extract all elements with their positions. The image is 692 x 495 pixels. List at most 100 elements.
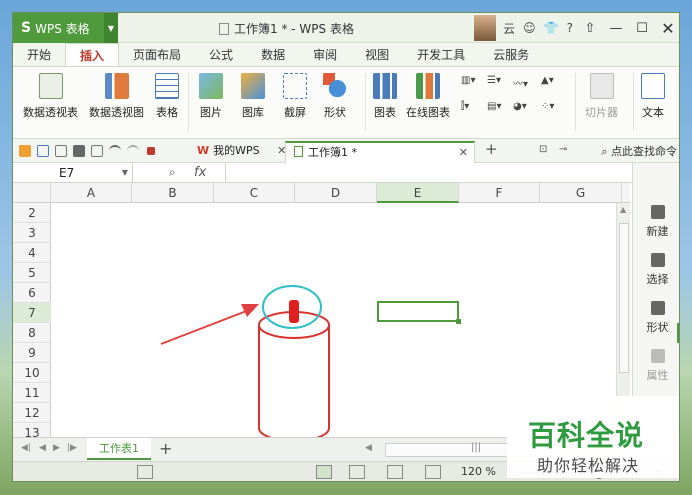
macro-record-icon[interactable]	[137, 465, 153, 479]
new-tab-icon[interactable]: +	[485, 140, 498, 158]
tab-review[interactable]: 审阅	[299, 43, 351, 66]
pie-chart-icon[interactable]: ◕▾	[513, 101, 527, 112]
undo-icon[interactable]	[109, 145, 121, 157]
tab-data[interactable]: 数据	[247, 43, 299, 66]
formula-input[interactable]	[225, 163, 679, 183]
user-name[interactable]: 云	[499, 20, 519, 37]
column-chart-icon[interactable]: ▥▾	[461, 75, 475, 86]
ribbon-separator	[633, 73, 634, 131]
scroll-grip-icon: |||	[471, 442, 482, 453]
wick-shape[interactable]	[289, 300, 299, 323]
last-sheet-icon[interactable]: |▶	[67, 443, 77, 453]
save-icon[interactable]	[37, 145, 49, 157]
watermark-title: 百科全说	[528, 419, 645, 452]
tab-my-wps[interactable]: W 我的WPS ✕	[189, 141, 294, 163]
close-button[interactable]: ✕	[655, 13, 679, 43]
watermark-logo: 百科全说 助你轻松解决	[507, 396, 679, 478]
combo-chart-icon[interactable]: ▤▾	[487, 101, 501, 112]
tab-developer[interactable]: 开发工具	[403, 43, 479, 66]
properties-icon	[650, 349, 665, 363]
page-break-view-icon[interactable]	[349, 465, 365, 479]
online-chart-button[interactable]: 在线图表	[406, 73, 450, 120]
restore-ribbon-icon[interactable]: ⇧	[577, 13, 603, 43]
table-button[interactable]: 表格	[155, 73, 179, 120]
chart-button[interactable]: 图表	[373, 73, 397, 120]
cylinder-body	[258, 325, 330, 437]
picture-button[interactable]: 图片	[199, 73, 223, 120]
scatter-chart-icon[interactable]: ⁘▾	[541, 101, 554, 112]
tab-home[interactable]: 开始	[13, 43, 65, 66]
app-menu-button[interactable]: S WPS 表格 ▼	[13, 13, 118, 43]
line-chart-icon[interactable]: 〰▾	[513, 75, 528, 90]
prev-sheet-icon[interactable]: ◀	[39, 443, 46, 453]
gallery-button[interactable]: 图库	[241, 73, 265, 120]
doc-list-icon[interactable]: ⊡	[539, 144, 547, 155]
insert-function-icon[interactable]: fx	[194, 165, 206, 180]
tab-page-layout[interactable]: 页面布局	[119, 43, 195, 66]
print-preview-icon[interactable]	[91, 145, 103, 157]
text-button[interactable]: 文本	[641, 73, 665, 120]
ribbon-separator	[575, 73, 576, 131]
stock-chart-icon[interactable]: ⫿▾	[461, 101, 469, 112]
area-chart-icon[interactable]: ▲▾	[541, 75, 554, 86]
export-pdf-icon[interactable]	[55, 145, 67, 157]
cylinder-shape[interactable]	[258, 311, 330, 437]
chevron-down-icon[interactable]: ▼	[104, 13, 118, 43]
title-bar: S WPS 表格 ▼ 工作簿1 * - WPS 表格 云 ☺ 👕 ? ⇧ — ☐…	[13, 13, 679, 43]
taskpane-props-button[interactable]: 属性	[633, 349, 679, 383]
shirt-icon[interactable]: 👕	[540, 21, 563, 35]
table-icon	[155, 73, 179, 99]
taskpane-new-button[interactable]: 新建	[633, 205, 679, 239]
pin-icon[interactable]: ⊸	[559, 144, 567, 155]
maximize-button[interactable]: ☐	[629, 13, 655, 43]
clipper-icon	[589, 73, 614, 99]
formula-bar: E7 ▼ ⌕ fx	[13, 163, 679, 183]
redo-icon[interactable]	[127, 145, 139, 157]
ribbon-separator	[188, 73, 189, 131]
zoom-formula-icon[interactable]: ⌕	[169, 165, 176, 180]
app-window: S WPS 表格 ▼ 工作簿1 * - WPS 表格 云 ☺ 👕 ? ⇧ — ☐…	[12, 12, 680, 482]
first-sheet-icon[interactable]: ◀|	[21, 443, 31, 453]
watermark-subtitle: 助你轻松解决	[537, 456, 640, 475]
taskpane-select-button[interactable]: 选择	[633, 253, 679, 287]
scroll-left-icon[interactable]: ◀	[365, 443, 372, 453]
name-box[interactable]: E7 ▼	[13, 163, 133, 183]
tab-formulas[interactable]: 公式	[195, 43, 247, 66]
arrow-head	[241, 304, 259, 317]
clipper-button[interactable]: 切片器	[585, 73, 618, 120]
zoom-level[interactable]: 120 %	[461, 465, 496, 478]
normal-view-icon[interactable]	[316, 465, 332, 479]
collapse-pane-handle[interactable]	[677, 323, 679, 343]
open-folder-icon[interactable]	[19, 145, 31, 157]
bar-chart-icon[interactable]: ☰▾	[487, 75, 501, 86]
shape-button[interactable]: 形状	[323, 73, 347, 120]
page-layout-view-icon[interactable]	[387, 465, 403, 479]
text-box-icon	[641, 73, 665, 99]
screenshot-button[interactable]: 截屏	[283, 73, 307, 120]
tab-cloud[interactable]: 云服务	[479, 43, 543, 66]
minimize-button[interactable]: —	[603, 13, 629, 43]
scroll-thumb[interactable]	[619, 223, 629, 373]
menu-tabs: 开始 插入 页面布局 公式 数据 审阅 视图 开发工具 云服务	[13, 43, 679, 67]
skin-icon[interactable]: ☺	[519, 21, 540, 35]
avatar[interactable]	[474, 15, 497, 41]
next-sheet-icon[interactable]: ▶	[53, 443, 60, 453]
customize-toolbar-icon[interactable]	[147, 147, 155, 155]
taskpane-shape-button[interactable]: 形状	[633, 301, 679, 335]
title-bar-controls: 云 ☺ 👕 ? ⇧ — ☐ ✕	[474, 13, 679, 43]
tab-workbook[interactable]: 工作簿1 * ✕	[285, 141, 475, 163]
reading-mode-icon[interactable]	[425, 465, 441, 479]
tab-insert[interactable]: 插入	[65, 43, 120, 66]
pivot-table-button[interactable]: 数据透视表	[23, 73, 78, 120]
close-icon[interactable]: ✕	[459, 143, 468, 163]
command-search[interactable]: ⌕ 点此查找命令	[601, 143, 677, 159]
sheet-tab[interactable]: 工作表1	[87, 438, 151, 460]
help-icon[interactable]: ?	[563, 21, 577, 35]
tab-view[interactable]: 视图	[351, 43, 403, 66]
chevron-down-icon[interactable]: ▼	[122, 163, 128, 183]
document-icon	[219, 23, 229, 35]
print-icon[interactable]	[73, 145, 85, 157]
add-sheet-icon[interactable]: +	[159, 439, 172, 458]
pivot-chart-button[interactable]: 数据透视图	[89, 73, 144, 120]
scroll-up-icon[interactable]: ▲	[620, 205, 626, 214]
